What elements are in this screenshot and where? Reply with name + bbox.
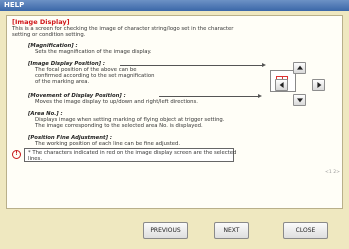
previous-button[interactable]: PREVIOUS: [143, 222, 188, 239]
next-button[interactable]: NEXT: [214, 222, 249, 239]
intro-line-2: setting or condition setting.: [12, 32, 86, 38]
pointer-head-movement: [258, 94, 262, 98]
help-content-panel[interactable]: [Image Display] This is a screen for che…: [6, 15, 343, 209]
note-line-2: lines.: [28, 156, 43, 162]
move-down-button[interactable]: [293, 94, 306, 106]
arrow-up-icon: [296, 65, 303, 70]
caution-icon: !: [12, 150, 21, 159]
help-heading: [Image Display]: [12, 18, 70, 26]
window-title: HELP: [0, 0, 349, 11]
move-left-button[interactable]: [275, 79, 288, 91]
help-window: HELP [Image Display] This is a screen fo…: [0, 0, 349, 249]
pointer-head-display: [262, 63, 266, 67]
note-line-1: * The characters indicated in red on the…: [28, 150, 237, 156]
arrow-left-icon: [279, 82, 284, 88]
arrow-right-icon: [316, 82, 321, 88]
section-movement-text: Moves the image display to up/down and r…: [35, 99, 198, 105]
section-area-no-text-2: The image corresponding to the selected …: [35, 123, 203, 129]
move-right-button[interactable]: [312, 79, 325, 91]
arrow-down-icon: [296, 98, 303, 103]
note-box: * The characters indicated in red on the…: [24, 148, 237, 162]
move-up-button[interactable]: [293, 62, 306, 74]
close-button[interactable]: CLOSE: [283, 222, 328, 239]
section-magnification-text: Sets the magnification of the image disp…: [35, 49, 152, 55]
section-display-position-text-3: of the marking area.: [35, 79, 90, 85]
page-indicator: <1 2>: [325, 170, 341, 175]
section-fine-adjust-text: The working position of each line can be…: [35, 141, 181, 147]
pointer-line-movement: [159, 96, 259, 97]
pointer-line-display: [120, 65, 263, 66]
